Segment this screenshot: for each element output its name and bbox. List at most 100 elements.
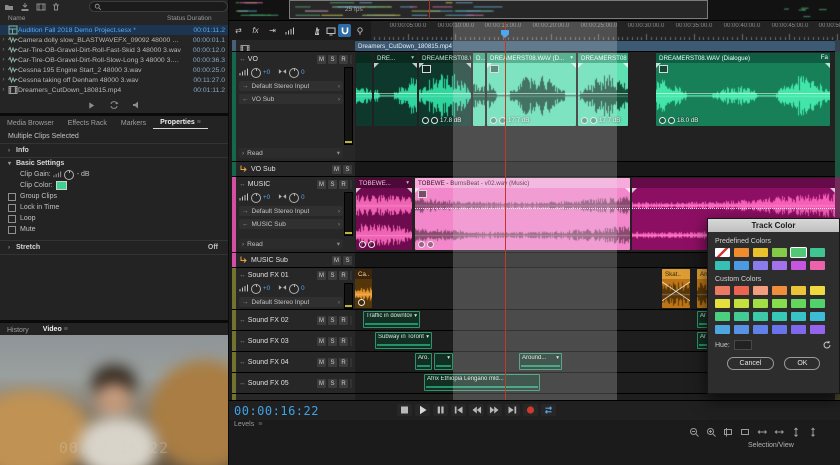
input-selector[interactable]: →Default Stereo Input› <box>239 297 343 307</box>
r-button[interactable]: R <box>339 271 348 280</box>
levels-tab[interactable]: Levels≡ <box>234 421 262 428</box>
checkbox-row-lock-in-time[interactable]: Lock in Time <box>0 202 228 213</box>
clip-gain-badge[interactable] <box>418 190 427 198</box>
m-button[interactable]: M <box>317 271 326 280</box>
clip-hud[interactable] <box>418 241 434 248</box>
color-swatch[interactable] <box>791 312 806 321</box>
s-button[interactable]: S <box>328 271 337 280</box>
lane-vo-sub[interactable] <box>355 162 835 177</box>
clip-fx1-0[interactable]: Ca.. <box>355 269 372 308</box>
clip-hud[interactable]: 17.7 dB <box>490 117 529 124</box>
info-section[interactable]: ›Info <box>0 143 228 158</box>
clip-hud[interactable]: 17.8 dB <box>422 117 461 124</box>
color-swatch[interactable] <box>753 261 768 270</box>
volume-knob[interactable] <box>251 284 261 294</box>
track-header-music[interactable]: ↔MUSICMSR+00↔→Default Stereo Input›←MUSI… <box>232 177 355 253</box>
r-button[interactable]: R <box>339 379 348 388</box>
r-button[interactable]: R <box>339 316 348 325</box>
clip-fx4-1[interactable]: ▾ <box>434 353 453 370</box>
clip-hud[interactable]: 17.7 dB <box>581 117 620 124</box>
record-button[interactable] <box>523 404 538 416</box>
color-swatch[interactable] <box>753 248 768 257</box>
file-row[interactable]: ›Car-Tire-OB-Gravel-Dirt-Roll-Fast-Skid … <box>0 45 228 55</box>
slip-tool-icon[interactable]: ⇥ <box>266 24 279 37</box>
pin-icon[interactable] <box>353 24 366 37</box>
color-swatch[interactable] <box>715 286 730 295</box>
arm-button[interactable] <box>350 358 352 367</box>
zoom-full-icon[interactable] <box>739 427 751 438</box>
volume-knob[interactable] <box>251 193 261 203</box>
color-swatch[interactable] <box>715 261 730 270</box>
to-end-button[interactable] <box>505 404 520 416</box>
color-swatch[interactable] <box>753 325 768 334</box>
lane-video[interactable]: Dreamers_CutDown_180815.mp4 <box>355 40 835 52</box>
clip-menu-icon[interactable]: ▾ <box>570 55 573 61</box>
pan-knob[interactable] <box>289 193 299 203</box>
checkbox-row-group-clips[interactable]: Group Clips <box>0 191 228 202</box>
track-name[interactable]: Sound FX 05 <box>248 380 289 387</box>
r-button[interactable]: R <box>339 358 348 367</box>
input-selector[interactable]: →Default Stereo Input› <box>239 206 343 216</box>
panel-menu-icon[interactable]: ≡ <box>64 326 68 333</box>
folder-icon[interactable] <box>4 1 15 12</box>
clip-fx5-0[interactable]: Afrix Ethiopia Lengano mld... <box>424 374 540 391</box>
clip-header[interactable] <box>356 53 372 63</box>
clip-header[interactable]: TOBEWE - BurnsBeat - v02.wav (Music) <box>415 178 630 188</box>
s-button[interactable]: S <box>328 337 337 346</box>
clip-gain-badge[interactable] <box>490 65 499 73</box>
volume-envelope[interactable] <box>656 93 830 94</box>
r-button[interactable]: R <box>339 55 348 64</box>
cancel-button[interactable]: Cancel <box>727 357 775 370</box>
volume-envelope[interactable] <box>487 93 576 94</box>
color-swatch[interactable] <box>810 312 825 321</box>
zoom-in-h-icon[interactable] <box>756 427 768 438</box>
arm-button[interactable] <box>350 180 352 189</box>
volume-envelope[interactable] <box>419 93 471 94</box>
automation-mode[interactable]: ›Read▾ <box>239 148 343 158</box>
file-row[interactable]: ›Cessna taking off Denham 48000 3.wav00:… <box>0 75 228 85</box>
import-icon[interactable] <box>20 1 31 12</box>
color-swatch[interactable] <box>791 325 806 334</box>
track-name[interactable]: Sound FX 01 <box>248 272 289 279</box>
expand-chevron[interactable]: › <box>0 67 7 73</box>
color-swatch[interactable] <box>791 248 806 257</box>
color-swatch[interactable] <box>772 325 787 334</box>
color-swatch[interactable] <box>734 261 749 270</box>
clip-vo-4[interactable]: DREAMERST08.WAV (D...▾17.7 dB <box>487 53 576 126</box>
reset-icon[interactable] <box>822 340 832 350</box>
clip-header[interactable]: DREAMERST08.WAV (Dialogue)Fa <box>656 53 830 63</box>
track-name[interactable]: Sound FX 03 <box>248 338 289 345</box>
color-swatch[interactable] <box>810 286 825 295</box>
clip-vo-1[interactable]: DRE...▾ <box>374 53 417 126</box>
expand-chevron[interactable]: › <box>0 57 7 63</box>
color-swatch[interactable] <box>715 325 730 334</box>
color-swatch[interactable] <box>734 325 749 334</box>
track-name[interactable]: Sound FX 02 <box>248 317 289 324</box>
m-button[interactable]: M <box>332 165 341 174</box>
clip-vo-3[interactable]: D... <box>473 53 485 126</box>
track-header-video[interactable] <box>232 40 355 52</box>
clip-header[interactable]: Skat.. <box>662 269 690 279</box>
volume-envelope[interactable] <box>356 93 372 94</box>
expand-chevron[interactable]: › <box>0 47 7 53</box>
input-selector[interactable]: →Default Stereo Input› <box>239 81 343 91</box>
loop-icon[interactable] <box>109 100 120 111</box>
column-duration[interactable]: Duration <box>187 15 212 22</box>
tab-effects-rack[interactable]: Effects Rack <box>61 120 114 129</box>
speaker-icon[interactable] <box>132 100 143 111</box>
lane-vo[interactable]: DRE...▾DREAMERST08.WAV ...▾17.8 dBD...DR… <box>355 52 835 162</box>
clip-header[interactable]: TOBEWE...▾ <box>356 178 412 188</box>
color-swatch[interactable] <box>791 286 806 295</box>
volume-knob[interactable] <box>251 68 261 78</box>
clip-fx1-1[interactable]: Skat.. <box>662 269 690 308</box>
zoom-out-icon[interactable] <box>688 427 700 438</box>
ok-button[interactable]: OK <box>784 357 820 370</box>
s-button[interactable]: S <box>328 180 337 189</box>
fx-icon[interactable]: fx <box>249 24 262 37</box>
color-swatch[interactable] <box>810 248 825 257</box>
expand-chevron[interactable]: › <box>0 87 7 93</box>
clip-fx3-0[interactable]: Subway in Toront...▾ <box>375 332 432 349</box>
file-row[interactable]: ›Camera dolly slow_BLASTWAVEFX_09092 480… <box>0 35 228 45</box>
clip-fx4-2[interactable]: Around...▾ <box>519 353 562 370</box>
track-header-fx2[interactable]: ↔Sound FX 02MSR <box>232 310 355 331</box>
